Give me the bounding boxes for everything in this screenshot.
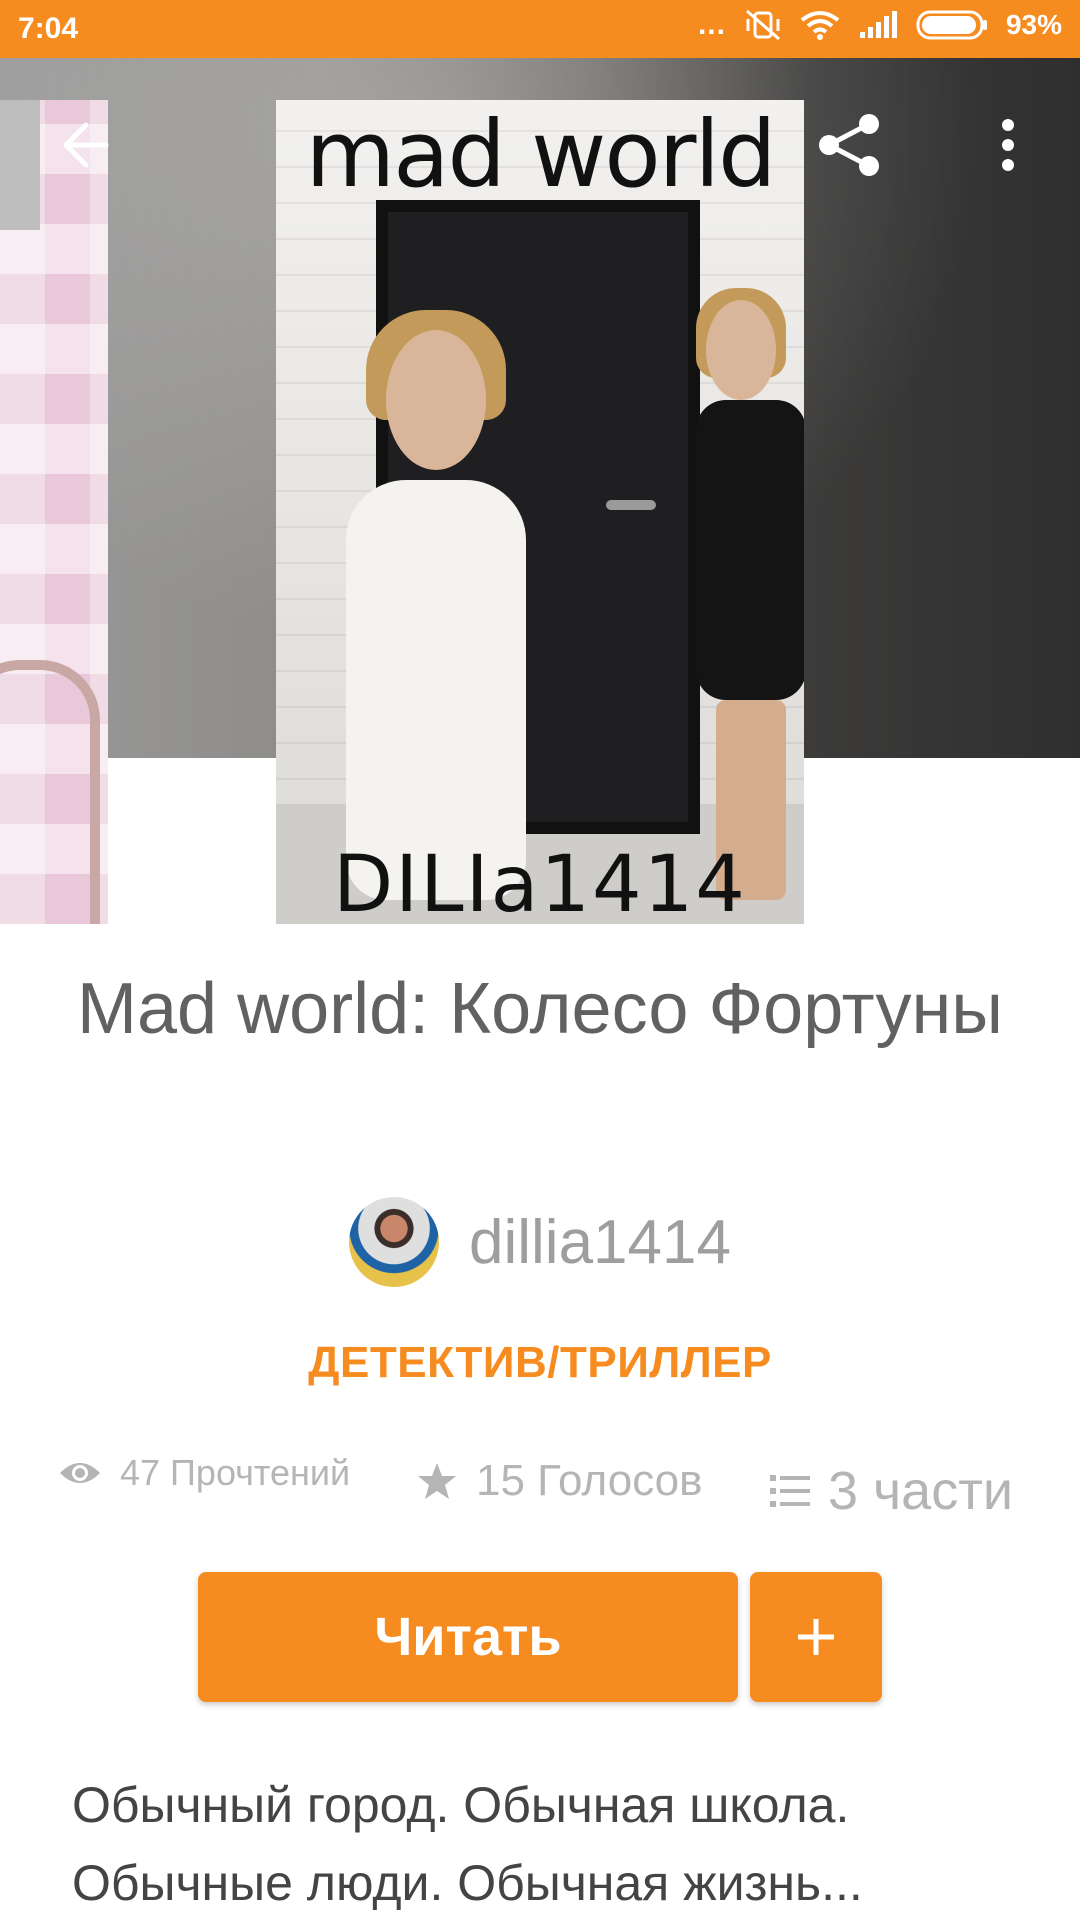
read-button[interactable]: Читать xyxy=(198,1572,738,1702)
share-icon xyxy=(819,114,879,176)
battery-icon xyxy=(916,9,988,41)
battery-percentage: 93% xyxy=(1005,9,1062,40)
status-time: 7:04 xyxy=(18,12,79,45)
share-button[interactable] xyxy=(810,105,890,185)
cover-author-text: DILIa1414 xyxy=(333,840,747,924)
more-vert-icon xyxy=(1002,119,1014,171)
previous-story-cover[interactable] xyxy=(0,100,108,924)
cover-door-handle xyxy=(606,500,656,510)
cover-decoration xyxy=(0,100,40,230)
story-cover[interactable]: mad world DILIa1414 xyxy=(276,100,804,924)
cover-figure-right xyxy=(696,400,804,700)
wifi-icon xyxy=(800,10,840,40)
votes-stat: 15 Голосов xyxy=(416,1456,703,1506)
list-icon xyxy=(770,1475,810,1507)
author-name[interactable]: dillia1414 xyxy=(469,1207,731,1278)
story-title: Mad world: Колесо Фортуны xyxy=(77,969,1003,1049)
signal-icon xyxy=(858,10,898,40)
back-arrow-icon xyxy=(63,122,109,168)
add-to-library-button[interactable] xyxy=(750,1572,882,1702)
more-notifications-indicator: ... xyxy=(697,8,726,41)
cover-title-text: mad world xyxy=(305,101,777,208)
status-bar: 7:04 ... 93% xyxy=(0,0,1080,58)
reads-stat: 47 Прочтений xyxy=(58,1452,350,1494)
author-avatar[interactable] xyxy=(349,1197,439,1287)
cover-figure-left-head xyxy=(386,330,486,470)
status-icons: ... 93% xyxy=(698,8,1062,42)
more-options-button[interactable] xyxy=(968,105,1048,185)
story-description: Обычный город. Обычная школа. Обычные лю… xyxy=(72,1777,863,1911)
star-icon xyxy=(418,1463,456,1499)
votes-count: 15 Голосов xyxy=(476,1456,703,1505)
back-button[interactable] xyxy=(44,105,124,185)
author-row[interactable]: dillia1414 xyxy=(0,1194,1080,1290)
eye-icon xyxy=(60,1463,100,1483)
story-genre[interactable]: ДЕТЕКТИВ/ТРИЛЛЕР xyxy=(0,1338,1080,1388)
plus-icon xyxy=(798,1619,834,1655)
reads-count: 47 Прочтений xyxy=(120,1452,351,1493)
cover-figure-left xyxy=(346,480,526,900)
cover-figure-right-head xyxy=(706,300,776,400)
story-details-screen: 7:04 ... 93% mad world DILIa1414 Mad wor… xyxy=(0,0,1080,1920)
story-stats: 47 Прочтений 15 Голосов 3 части xyxy=(0,1452,1080,1532)
vibrate-off-icon xyxy=(744,9,782,41)
parts-stat: 3 части xyxy=(770,1460,1013,1522)
parts-count: 3 части xyxy=(828,1461,1014,1521)
cover-chair-graphic xyxy=(0,660,100,924)
